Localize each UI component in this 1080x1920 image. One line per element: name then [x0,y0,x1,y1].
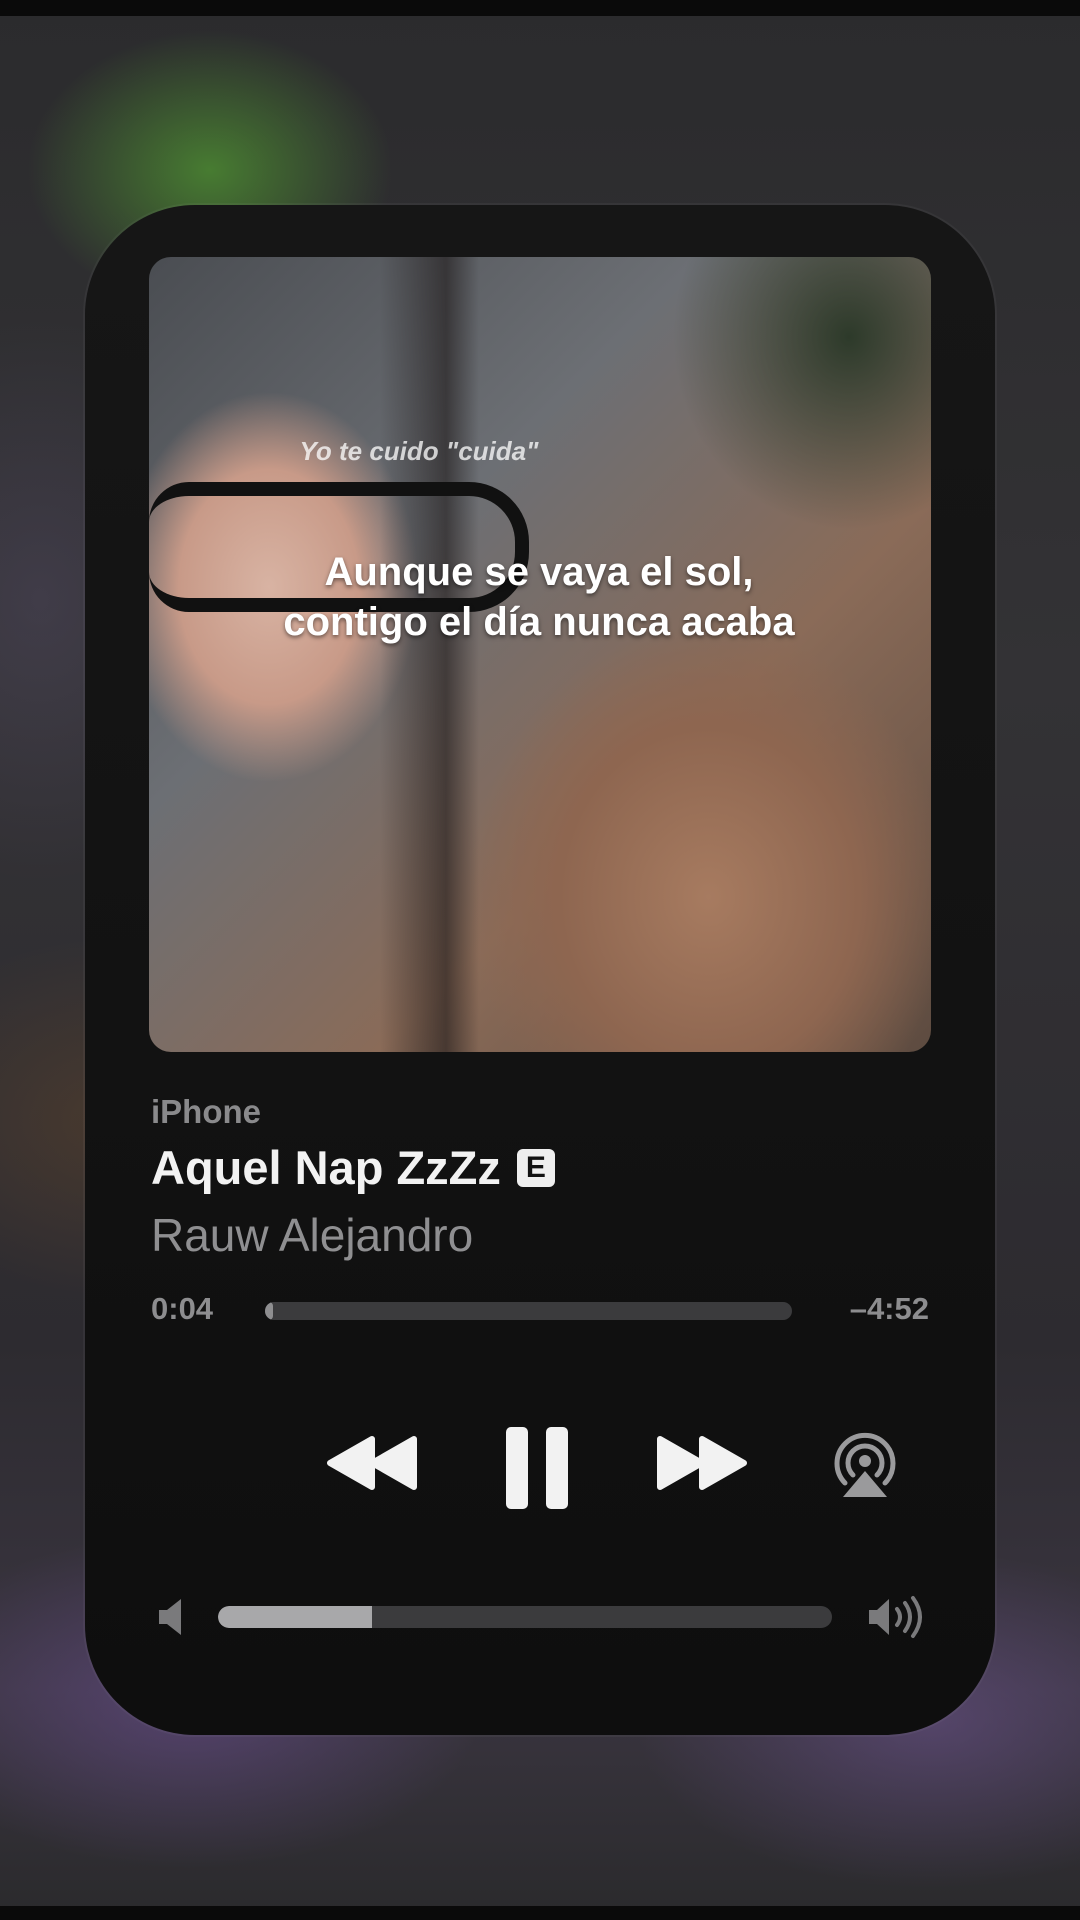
song-title-text: Aquel Nap ZzZz [151,1141,501,1194]
pause-icon [506,1427,568,1509]
fast-forward-button[interactable] [652,1423,752,1503]
artwork-caption: Aunque se vaya el sol, contigo el día nu… [283,550,795,644]
rewind-button[interactable] [322,1423,422,1503]
time-remaining: –4:52 [849,1291,929,1326]
speaker-high-icon [869,1596,922,1638]
explicit-badge: E [516,1148,555,1187]
status-bar [0,0,1080,16]
airplay-icon [834,1432,896,1497]
speaker-low-icon [159,1599,181,1635]
artist-name[interactable]: Rauw Alejandro [151,1208,473,1262]
volume-high-icon [867,1595,925,1639]
pause-button[interactable] [497,1423,577,1513]
output-device-label: iPhone [151,1093,262,1130]
time-elapsed: 0:04 [151,1291,214,1326]
fast-forward-icon [657,1436,747,1490]
volume-low-icon [155,1595,191,1639]
lock-screen-background: Yo te cuido "cuida" Aunque se vaya el so… [0,0,1080,1920]
bottom-bar [0,1906,1080,1920]
volume-slider[interactable] [218,1606,832,1628]
airplay-button[interactable] [825,1423,905,1503]
now-playing-card[interactable]: Yo te cuido "cuida" Aunque se vaya el so… [85,205,995,1735]
playback-progress-fill [265,1302,273,1320]
rewind-icon [327,1436,417,1490]
song-title[interactable]: Aquel Nap ZzZz E [151,1140,555,1195]
playback-scrubber[interactable] [265,1302,792,1320]
album-artwork[interactable]: Yo te cuido "cuida" Aunque se vaya el so… [149,257,931,1052]
artwork-caption-top: Yo te cuido "cuida" [299,436,539,466]
artwork-shading [149,257,479,1052]
volume-level-fill [218,1606,372,1628]
